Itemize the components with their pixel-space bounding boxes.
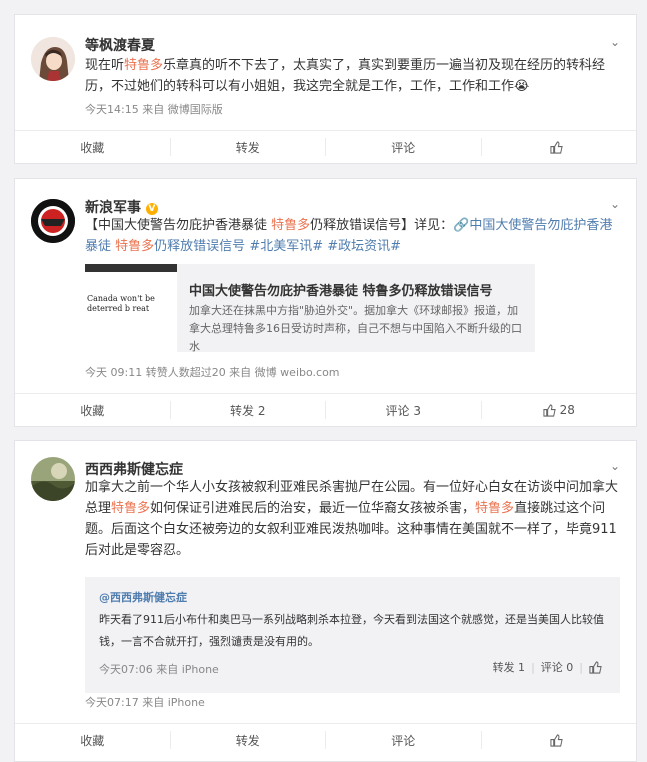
weibo-post-card: 西西弗斯健忘症 ⌄ 加拿大之前一个华人小女孩被叙利亚难民杀害抛尸在公园。有一位好… (14, 440, 637, 762)
hashtag-link[interactable]: #政坛资讯# (327, 239, 401, 254)
crying-emoji-icon: 😭 (514, 79, 530, 94)
keyword-highlight[interactable]: 特鲁多 (271, 218, 310, 233)
repost-button[interactable]: 转发 (171, 138, 326, 156)
anime-girl-avatar-image (31, 37, 75, 81)
quoted-repost-button[interactable]: 转发 1 (493, 659, 526, 675)
post-text: 加拿大之前一个华人小女孩被叙利亚难民杀害抛尸在公园。有一位好心白女在访谈中问加拿… (85, 477, 620, 561)
quoted-action-bar: 转发 1 | 评论 0 | (493, 659, 606, 675)
comment-button[interactable]: 评论 (326, 138, 482, 156)
quoted-comment-button[interactable]: 评论 0 (541, 659, 574, 675)
chevron-down-icon[interactable]: ⌄ (610, 197, 620, 211)
comment-button[interactable]: 评论 (326, 731, 482, 749)
keyword-highlight[interactable]: 特鲁多 (111, 501, 150, 516)
article-link-text: 仍释放错误信号 (154, 239, 246, 254)
post-meta: 今天07:17 来自 iPhone (85, 696, 205, 709)
post-text-part: 如何保证引进难民后的治安，最近一位华裔女孩被杀害， (150, 501, 476, 516)
sina-military-logo-image (31, 199, 75, 243)
chevron-down-icon[interactable]: ⌄ (610, 35, 620, 49)
quoted-text: 昨天看了911后小布什和奥巴马一系列战略刺杀本拉登，今天看到法国这个就感觉，还是… (99, 613, 604, 648)
hashtag-link[interactable]: #北美军讯# (249, 239, 323, 254)
post-action-bar: 收藏 转发 2 评论 3 28 (15, 393, 636, 426)
repost-button[interactable]: 转发 (171, 731, 326, 749)
post-text: 【中国大使警告勿庇护香港暴徒 特鲁多仍释放错误信号】详见：🔗中国大使警告勿庇护香… (85, 215, 620, 257)
keyword-highlight: 特鲁多 (115, 239, 155, 254)
thumbs-up-icon (543, 403, 556, 417)
chevron-down-icon[interactable]: ⌄ (610, 459, 620, 473)
like-button[interactable] (482, 138, 637, 156)
verified-badge-icon: V (145, 203, 158, 215)
post-author-name[interactable]: 西西弗斯健忘症 (85, 459, 183, 479)
post-text-part: 仍释放错误信号】详见： (310, 218, 454, 233)
quoted-author[interactable]: @西西弗斯健忘症 (99, 589, 187, 605)
favorite-button[interactable]: 收藏 (15, 731, 171, 749)
post-author-name[interactable]: 等枫渡春夏 (85, 35, 155, 55)
post-text-part: 【中国大使警告勿庇护香港暴徒 (85, 218, 272, 233)
repost-button[interactable]: 转发 2 (171, 401, 326, 419)
comment-button[interactable]: 评论 3 (326, 401, 482, 419)
post-text-part: 现在听 (85, 58, 125, 73)
thumbs-up-icon (550, 140, 563, 154)
post-meta: 今天14:15 来自 微博国际版 (85, 103, 223, 116)
thumbs-up-icon[interactable] (589, 660, 602, 674)
like-count: 28 (559, 403, 575, 417)
post-text: 现在听特鲁多乐章真的听不下去了，太真实了，真实到要重历一遍当初及现在经历的转科经… (85, 55, 620, 97)
quoted-meta: 今天07:06 来自 iPhone (99, 663, 219, 676)
article-title: 中国大使警告勿庇护香港暴徒 特鲁多仍释放错误信号 (189, 284, 493, 299)
landscape-avatar-image (31, 457, 75, 501)
weibo-post-card: 新浪军事 V ⌄ 【中国大使警告勿庇护香港暴徒 特鲁多仍释放错误信号】详见：🔗中… (14, 178, 637, 427)
keyword-highlight[interactable]: 特鲁多 (475, 501, 514, 516)
favorite-button[interactable]: 收藏 (15, 401, 171, 419)
thumbnail-caption: Canada won't be deterred b reat (87, 294, 155, 313)
thumbs-up-icon (550, 733, 563, 747)
avatar[interactable] (31, 457, 75, 501)
keyword-highlight[interactable]: 特鲁多 (124, 58, 163, 73)
thumbnail-top-bar (85, 264, 177, 272)
avatar[interactable] (31, 37, 75, 81)
post-meta: 今天 09:11 转赞人数超过20 来自 微博 weibo.com (85, 366, 340, 379)
quoted-post[interactable]: @西西弗斯健忘症 昨天看了911后小布什和奥巴马一系列战略刺杀本拉登，今天看到法… (85, 577, 620, 693)
divider: | (531, 660, 535, 674)
article-preview-card[interactable]: Canada won't be deterred b reat 中国大使警告勿庇… (85, 264, 535, 353)
like-button[interactable]: 28 (482, 401, 637, 419)
article-description: 加拿大还在抹黑中方指"胁迫外交"。据加拿大《环球邮报》报道，加拿大总理特鲁多16… (189, 304, 522, 353)
like-button[interactable] (482, 731, 637, 749)
post-author-name[interactable]: 新浪军事 V (85, 197, 158, 217)
divider: | (579, 660, 583, 674)
favorite-button[interactable]: 收藏 (15, 138, 171, 156)
avatar[interactable] (31, 199, 75, 243)
post-action-bar: 收藏 转发 评论 (15, 723, 636, 756)
article-thumbnail-image: Canada won't be deterred b reat (85, 264, 177, 352)
post-action-bar: 收藏 转发 评论 (15, 130, 636, 163)
weibo-post-card: 等枫渡春夏 ⌄ 现在听特鲁多乐章真的听不下去了，太真实了，真实到要重历一遍当初及… (14, 14, 637, 164)
author-name-text: 新浪军事 (85, 200, 141, 216)
